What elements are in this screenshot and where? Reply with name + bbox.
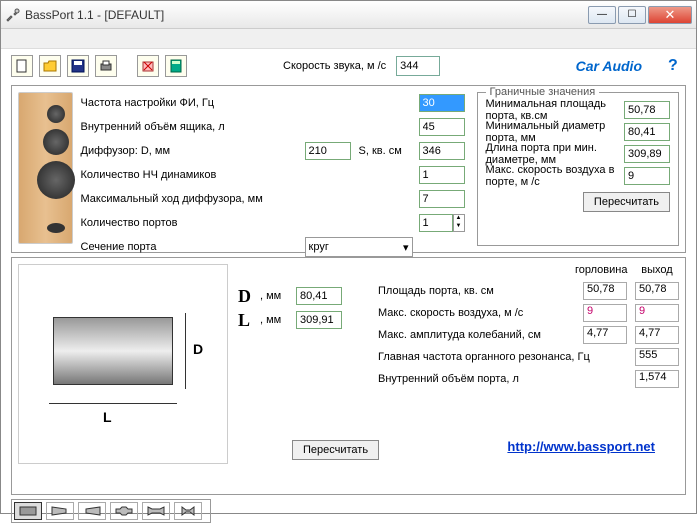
tab-flare-3[interactable] — [174, 502, 202, 520]
woofer-count-input[interactable] — [419, 166, 465, 184]
port-shape-label: Сечение порта — [81, 241, 301, 253]
calculator-button[interactable] — [165, 55, 187, 77]
tab-flare-1[interactable] — [110, 502, 138, 520]
limits-legend: Граничные значения — [486, 86, 600, 98]
amplitude-label: Макс. амплитуда колебаний, см — [378, 329, 575, 341]
tab-cylinder[interactable] — [14, 502, 42, 520]
recalc-results-button[interactable]: Пересчитать — [292, 440, 379, 460]
amp-exit: 4,77 — [635, 326, 679, 344]
tuning-freq-input[interactable] — [419, 94, 465, 112]
d-unit: , мм — [260, 290, 296, 302]
window-controls: — ☐ ✕ — [588, 6, 692, 24]
new-file-button[interactable] — [11, 55, 33, 77]
min-diam-label: Минимальный диаметр порта, мм — [486, 120, 624, 144]
toolbar: Скорость звука, м /с Car Audio ? — [1, 49, 696, 83]
tab-cone-2[interactable] — [78, 502, 106, 520]
air-exit: 9 — [635, 304, 679, 322]
area-exit: 50,78 — [635, 282, 679, 300]
speaker-image — [18, 92, 73, 244]
l-symbol: L — [238, 310, 260, 331]
d-input[interactable] — [296, 287, 342, 305]
close-button[interactable]: ✕ — [648, 6, 692, 24]
port-count-label: Количество портов — [81, 217, 301, 229]
chevron-down-icon: ▾ — [403, 241, 409, 254]
min-area-label: Минимальная площадь порта, кв.см — [486, 98, 624, 122]
app-icon — [5, 7, 21, 23]
floppy-icon — [71, 59, 85, 73]
delete-button[interactable] — [137, 55, 159, 77]
recalc-limits-button[interactable]: Пересчитать — [583, 192, 670, 212]
s-label: S, кв. см — [359, 145, 415, 157]
tab-cone-1[interactable] — [46, 502, 74, 520]
file-icon — [15, 59, 29, 73]
min-length-output — [624, 145, 670, 163]
car-audio-link[interactable]: Car Audio — [576, 58, 642, 74]
help-button[interactable]: ? — [668, 57, 686, 75]
delete-icon — [141, 59, 155, 73]
woofer-count-label: Количество НЧ динамиков — [81, 169, 301, 181]
max-air-label: Макс. скорость воздуха в порте, м /с — [486, 164, 624, 188]
port-diagram: D L — [18, 264, 228, 464]
folder-icon — [43, 59, 57, 73]
diffuser-d-input[interactable] — [305, 142, 351, 160]
parameters-panel: Частота настройки ФИ, Гц Внутренний объё… — [11, 85, 686, 253]
air-speed-label: Макс. скорость воздуха, м /с — [378, 307, 575, 319]
diffuser-label: Диффузор: D, мм — [81, 145, 301, 157]
save-button[interactable] — [67, 55, 89, 77]
l-unit: , мм — [260, 314, 296, 326]
s-value-input[interactable] — [419, 142, 465, 160]
website-link[interactable]: http://www.bassport.net — [507, 439, 655, 454]
port-shape-select[interactable]: круг▾ — [305, 237, 413, 257]
minimize-button[interactable]: — — [588, 6, 616, 24]
window-title: BassPort 1.1 - [DEFAULT] — [25, 8, 588, 22]
results-table: горловина выход Площадь порта, кв. см 50,7… — [378, 264, 679, 488]
calc-icon — [169, 59, 183, 73]
open-file-button[interactable] — [39, 55, 61, 77]
box-volume-input[interactable] — [419, 118, 465, 136]
l-input[interactable] — [296, 311, 342, 329]
spinner-down[interactable]: ▼ — [454, 223, 464, 231]
limits-group: Граничные значения Минимальная площадь п… — [477, 92, 679, 246]
air-throat: 9 — [583, 304, 627, 322]
sound-speed-label: Скорость звука, м /с — [283, 60, 386, 72]
port-volume-value: 1,574 — [635, 370, 679, 388]
menubar — [1, 29, 696, 49]
amp-throat: 4,77 — [583, 326, 627, 344]
tuning-freq-label: Частота настройки ФИ, Гц — [81, 97, 301, 109]
printer-icon — [99, 59, 113, 73]
throat-header: горловина — [575, 264, 619, 276]
sound-speed-input[interactable] — [396, 56, 440, 76]
spinner-up[interactable]: ▲ — [454, 215, 464, 223]
port-shape-tabs — [11, 499, 211, 523]
tab-flare-2[interactable] — [142, 502, 170, 520]
min-area-output — [624, 101, 670, 119]
port-area-label: Площадь порта, кв. см — [378, 285, 575, 297]
box-volume-label: Внутренний объём ящика, л — [81, 121, 301, 133]
titlebar: BassPort 1.1 - [DEFAULT] — ☐ ✕ — [1, 1, 696, 29]
port-volume-label: Внутренний объём порта, л — [378, 373, 627, 385]
min-length-label: Длина порта при мин. диаметре, мм — [486, 142, 624, 166]
max-excursion-label: Максимальный ход диффузора, мм — [81, 193, 301, 205]
results-panel: D L D, мм L, мм горловина выход Площадь п… — [11, 257, 686, 495]
exit-header: выход — [635, 264, 679, 276]
organ-value: 555 — [635, 348, 679, 366]
input-form: Частота настройки ФИ, Гц Внутренний объё… — [81, 92, 469, 246]
print-button[interactable] — [95, 55, 117, 77]
max-air-output — [624, 167, 670, 185]
area-throat: 50,78 — [583, 282, 627, 300]
min-diam-output — [624, 123, 670, 141]
maximize-button[interactable]: ☐ — [618, 6, 646, 24]
max-excursion-input[interactable] — [419, 190, 465, 208]
d-symbol: D — [238, 286, 260, 307]
organ-freq-label: Главная частота органного резонанса, Гц — [378, 351, 627, 363]
port-count-input[interactable] — [419, 214, 453, 232]
